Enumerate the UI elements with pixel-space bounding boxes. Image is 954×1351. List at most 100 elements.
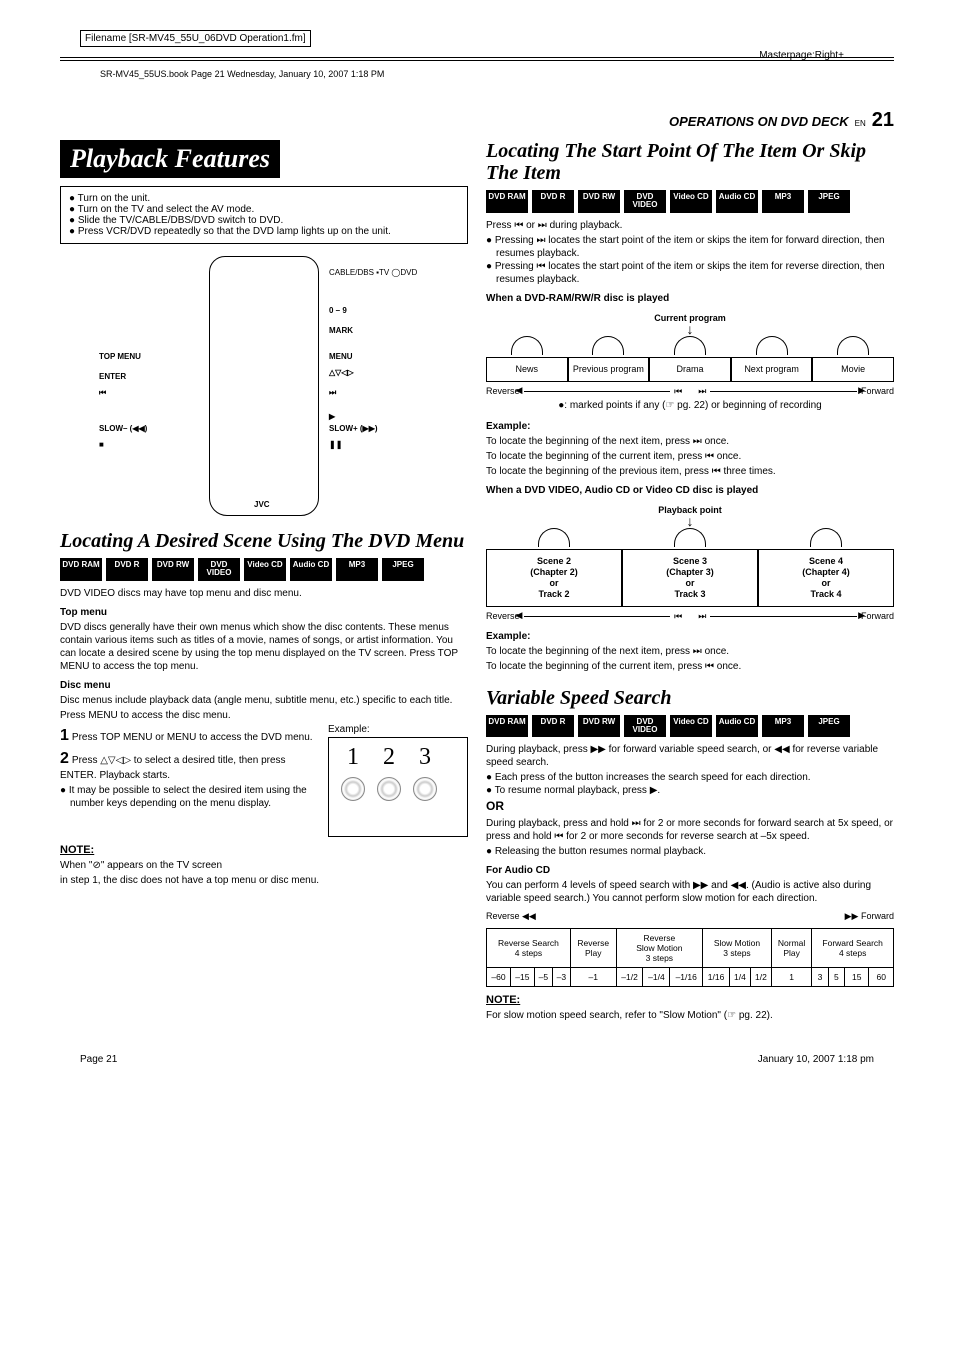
- speed-cell: 3: [812, 967, 828, 986]
- step-2-text: Press △▽◁▷ to select a desired title, th…: [60, 755, 286, 782]
- th-rev-slow: Reverse Slow Motion 3 steps: [616, 928, 702, 967]
- locating-start-heading: Locating The Start Point Of The Item Or …: [486, 140, 894, 184]
- footer-page: Page 21: [80, 1054, 117, 1065]
- label-pause: ❚❚: [329, 440, 342, 449]
- badge-dvd-ram: DVD RAM: [60, 558, 102, 581]
- scene-intro: DVD VIDEO discs may have top menu and di…: [60, 587, 468, 600]
- label-cable: CABLE/DBS ▪TV ◯DVD: [329, 268, 417, 277]
- th-slow: Slow Motion 3 steps: [703, 928, 772, 967]
- th-normal: Normal Play: [771, 928, 811, 967]
- speed-cell: 1/4: [729, 967, 750, 986]
- ex-ram-3: To locate the beginning of the previous …: [486, 465, 894, 478]
- label-next: ⏭: [329, 388, 336, 398]
- speed-cell: –1: [570, 967, 616, 986]
- badge-video-cd: Video CD: [670, 715, 712, 738]
- label-stop: ■: [99, 440, 104, 449]
- intro-item: Press VCR/DVD repeatedly so that the DVD…: [69, 226, 459, 237]
- speed-cell: –1/4: [643, 967, 670, 986]
- speed-cell: 60: [869, 967, 894, 986]
- down-arrow-icon: ↓: [486, 325, 894, 333]
- format-row-scene: DVD RAM DVD R DVD RW DVD VIDEO Video CD …: [60, 558, 468, 581]
- timeline-ram: Current program ↓ News Previous program …: [486, 313, 894, 412]
- label-slow-plus: SLOW+ (▶▶): [329, 424, 378, 433]
- speed-cell: 15: [845, 967, 869, 986]
- footer-date: January 10, 2007 1:18 pm: [758, 1054, 874, 1065]
- page-header: OPERATIONS ON DVD DECK EN 21: [60, 109, 894, 132]
- example-box: 123: [328, 737, 468, 837]
- locating-scene-heading: Locating A Desired Scene Using The DVD M…: [60, 530, 468, 552]
- disc-icon: [341, 777, 365, 801]
- next-icon: ⏭: [698, 386, 706, 397]
- marked-note: ●: marked points if any (☞ pg. 22) or be…: [486, 399, 894, 412]
- tl-cell: Next program: [731, 358, 813, 382]
- badge-dvd-r: DVD R: [532, 715, 574, 738]
- label-nums: 0 – 9: [329, 306, 347, 315]
- tl-cell: Movie: [812, 358, 894, 382]
- badge-mp3: MP3: [336, 558, 378, 581]
- speed-cell: –15: [510, 967, 534, 986]
- tl-cell: Drama: [649, 358, 731, 382]
- th-rev-play: Reverse Play: [570, 928, 616, 967]
- label-mark: MARK: [329, 326, 353, 335]
- label-prev: ⏮: [99, 388, 106, 398]
- audio-cd-p: You can perform 4 levels of speed search…: [486, 879, 894, 905]
- badge-dvd-ram: DVD RAM: [486, 715, 528, 738]
- badge-video-cd: Video CD: [244, 558, 286, 581]
- badge-jpeg: JPEG: [808, 190, 850, 213]
- speed-cell: 5: [828, 967, 844, 986]
- ex-vid-2: To locate the beginning of the current i…: [486, 660, 894, 673]
- remote-diagram: TOP MENU ENTER ⏮ SLOW– (◀◀) ■ CABLE/DBS …: [99, 256, 429, 516]
- remote-outline: [209, 256, 319, 516]
- badge-jpeg: JPEG: [382, 558, 424, 581]
- format-row-speed: DVD RAM DVD R DVD RW DVD VIDEO Video CD …: [486, 715, 894, 738]
- note-heading: NOTE:: [60, 843, 468, 857]
- book-line: SR-MV45_55US.book Page 21 Wednesday, Jan…: [100, 69, 894, 79]
- timeline-video: Playback point ↓ Scene 2 (Chapter 2) or …: [486, 505, 894, 622]
- step-2-bullet: It may be possible to select the desired…: [60, 784, 320, 810]
- intro-box: Turn on the unit. Turn on the TV and sel…: [60, 186, 468, 244]
- badge-audio-cd: Audio CD: [716, 715, 758, 738]
- operations-title: OPERATIONS ON DVD DECK: [669, 114, 849, 129]
- audio-cd-h: For Audio CD: [486, 864, 894, 877]
- badge-dvd-video: DVD VIDEO: [624, 715, 666, 738]
- label-jvc: JVC: [254, 500, 270, 509]
- step-1-num: 1: [60, 727, 69, 744]
- masterpage-label: Masterpage:Right+: [759, 50, 844, 61]
- vs-p1: During playback, press ▶▶ for forward va…: [486, 743, 894, 769]
- badge-audio-cd: Audio CD: [716, 190, 758, 213]
- tl-cell: Scene 2 (Chapter 2) or Track 2: [486, 550, 622, 606]
- speed-cell: 1/16: [703, 967, 730, 986]
- forward-label: Forward: [861, 386, 894, 396]
- step-2-num: 2: [60, 750, 69, 767]
- tl-cell: News: [486, 358, 568, 382]
- intro-item: Turn on the TV and select the AV mode.: [69, 204, 459, 215]
- note-p2: in step 1, the disc does not have a top …: [60, 874, 468, 887]
- label-play: ▶: [329, 412, 335, 421]
- or-label: OR: [486, 799, 894, 815]
- disc-icon: [377, 777, 401, 801]
- label-top-menu: TOP MENU: [99, 352, 141, 361]
- intro-item: Slide the TV/CABLE/DBS/DVD switch to DVD…: [69, 215, 459, 226]
- reverse-label: Reverse: [486, 611, 520, 621]
- badge-audio-cd: Audio CD: [290, 558, 332, 581]
- ex-vid-1: To locate the beginning of the next item…: [486, 645, 894, 658]
- left-column: Playback Features Turn on the unit. Turn…: [60, 140, 468, 1024]
- disc-menu-h: Disc menu: [60, 679, 468, 692]
- vs-note-h: NOTE:: [486, 993, 894, 1007]
- next-icon: ⏭: [698, 611, 706, 622]
- badge-dvd-r: DVD R: [532, 190, 574, 213]
- badge-jpeg: JPEG: [808, 715, 850, 738]
- tl-cell: Scene 4 (Chapter 4) or Track 4: [758, 550, 894, 606]
- variable-speed-heading: Variable Speed Search: [486, 687, 894, 709]
- badge-mp3: MP3: [762, 715, 804, 738]
- badge-dvd-rw: DVD RW: [152, 558, 194, 581]
- start-bullet-1: Pressing ⏭ locates the start point of th…: [486, 234, 894, 260]
- label-enter: ENTER: [99, 372, 126, 381]
- vs-b1: Each press of the button increases the s…: [486, 771, 894, 784]
- badge-dvd-r: DVD R: [106, 558, 148, 581]
- vs-b2: To resume normal playback, press ▶.: [486, 784, 894, 797]
- disc-menu-p2: Press MENU to access the disc menu.: [60, 709, 468, 722]
- start-bullet-2: Pressing ⏮ locates the start point of th…: [486, 260, 894, 286]
- playback-features-title: Playback Features: [60, 140, 280, 178]
- top-menu-p: DVD discs generally have their own menus…: [60, 621, 468, 673]
